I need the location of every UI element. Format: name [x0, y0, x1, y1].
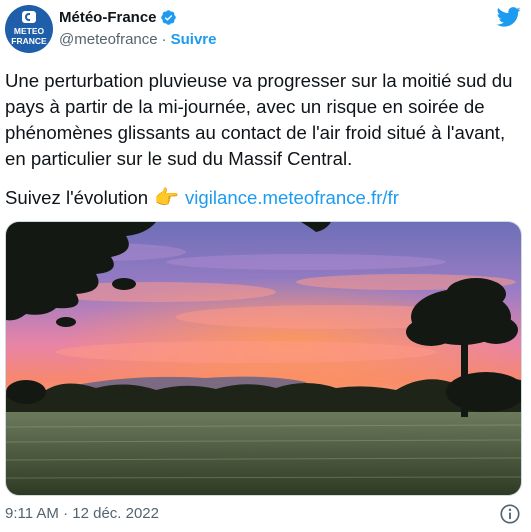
follow-line: Suivez l'évolution 👉 vigilance.meteofran… [5, 185, 399, 211]
tweet-photo[interactable] [5, 221, 522, 496]
handle-row: @meteofrance · Suivre [59, 31, 216, 48]
verified-badge-icon [160, 10, 176, 25]
timestamp[interactable]: 9:11 AM · 12 déc. 2022 [5, 505, 159, 522]
tweet-card: METEO FRANCE Météo-France @meteofrance ·… [0, 0, 531, 532]
pointing-hand-icon: 👉 [154, 187, 179, 209]
vigilance-link[interactable]: vigilance.meteofrance.fr/fr [185, 185, 399, 211]
tweet-body: Une perturbation pluvieuse va progresser… [5, 70, 513, 169]
name-row: Météo-France [59, 9, 177, 26]
twitter-bird-icon[interactable] [497, 7, 521, 27]
display-name[interactable]: Météo-France [59, 9, 157, 26]
handle[interactable]: @meteofrance [59, 31, 158, 48]
tweet-text: Une perturbation pluvieuse va progresser… [5, 68, 523, 172]
info-icon[interactable] [499, 503, 521, 525]
sunset-landscape-image [6, 222, 521, 495]
avatar-logo-text: METEO FRANCE [11, 26, 47, 46]
avatar[interactable]: METEO FRANCE [5, 5, 53, 53]
follow-button[interactable]: Suivre [171, 31, 217, 48]
separator-dot: · [161, 31, 167, 48]
meteo-france-logo-icon [22, 11, 36, 23]
follow-prefix: Suivez l'évolution [5, 187, 149, 208]
